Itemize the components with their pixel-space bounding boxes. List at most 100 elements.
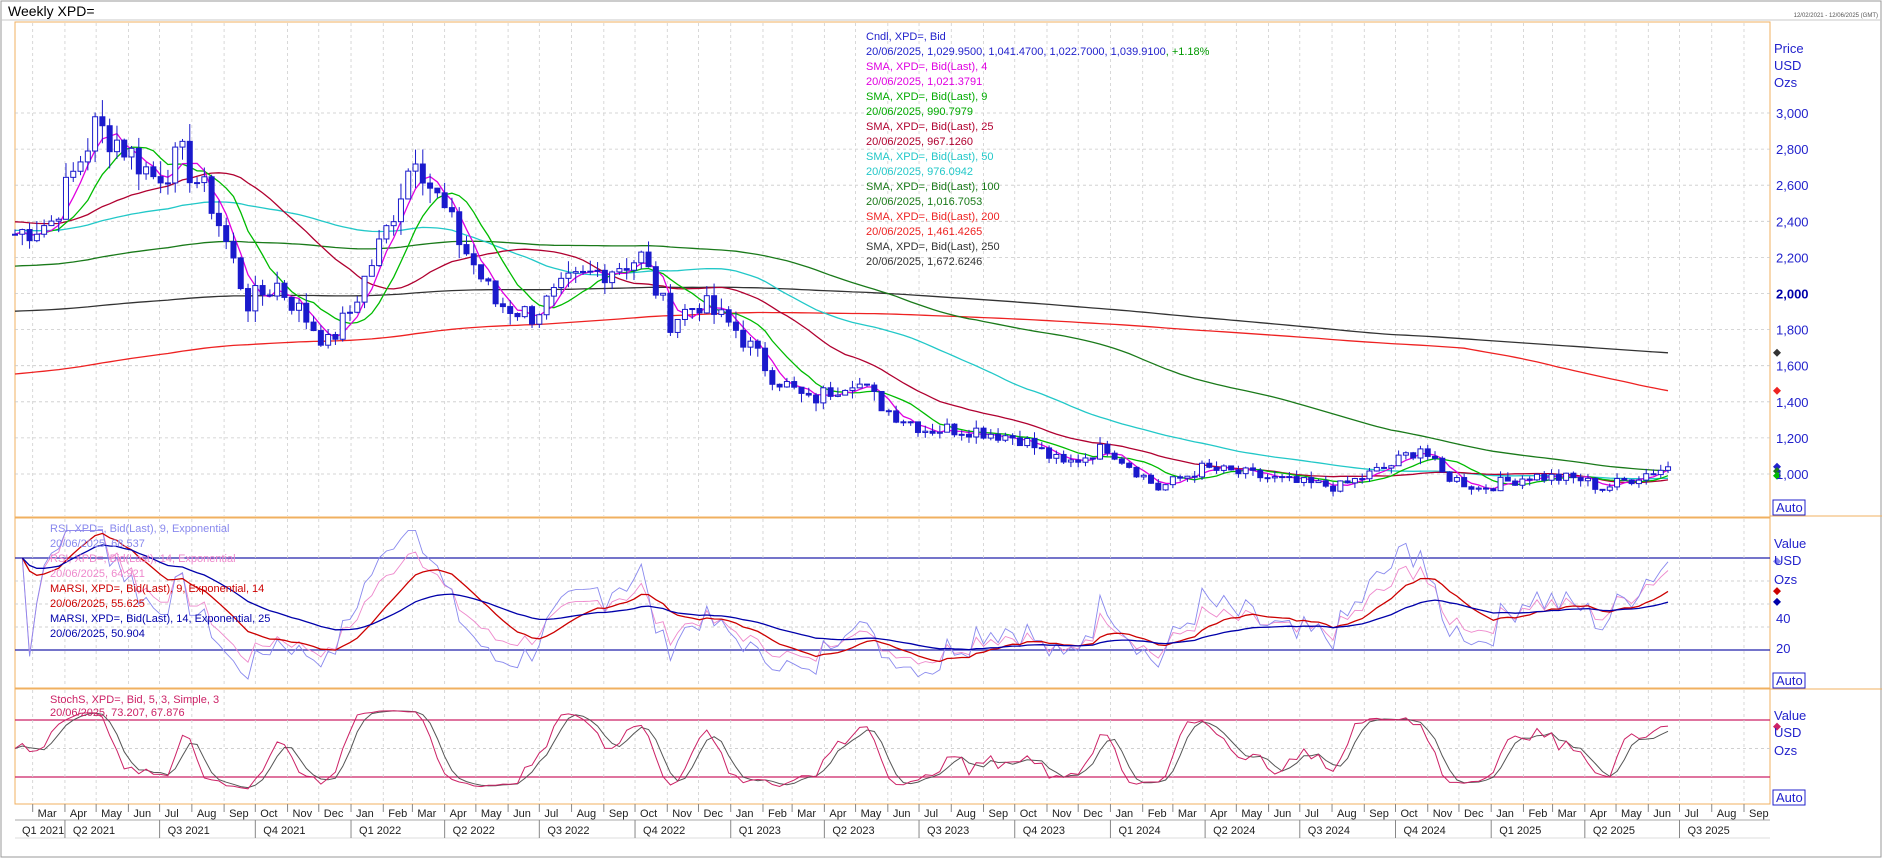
candle-body (616, 268, 623, 273)
candle-body (1504, 476, 1511, 482)
candle-body (536, 314, 543, 325)
price-tick-label: 1,600 (1776, 359, 1809, 374)
candle-body (485, 278, 492, 282)
candle-body (791, 381, 798, 388)
legend-line: 20/06/2025, 1,461.4265 (866, 226, 982, 238)
month-label: Jun (133, 808, 151, 820)
candle-body (1330, 485, 1337, 492)
candle-body (1220, 465, 1227, 471)
month-label: Apr (829, 808, 846, 820)
candle-body (711, 295, 718, 315)
candle-body (26, 229, 33, 242)
candle-body (463, 244, 470, 255)
month-label: Jun (513, 808, 531, 820)
candle-body (834, 394, 841, 397)
month-label: Apr (70, 808, 87, 820)
candle-body (1082, 457, 1089, 463)
candle-body (1191, 475, 1198, 478)
month-label: Mar (417, 808, 436, 820)
month-label: Oct (1020, 808, 1037, 820)
candle-body (1592, 477, 1599, 490)
legend-line: 20/06/2025, 990.7979 (866, 106, 973, 118)
month-label: May (861, 808, 882, 820)
candle-body (135, 147, 142, 175)
month-label: Dec (324, 808, 344, 820)
candle-body (12, 233, 18, 236)
candle-body (762, 347, 769, 372)
month-label: Jul (924, 808, 938, 820)
candle-body (936, 431, 943, 434)
month-label: Oct (1400, 808, 1417, 820)
candle-body (157, 176, 164, 184)
candle-body (1468, 486, 1475, 490)
candle-body (623, 268, 630, 271)
price-tick-label: 1,000 (1776, 467, 1809, 482)
candle-body (332, 334, 339, 340)
legend-line: 20/06/2025, 73.207, 67.876 (50, 707, 185, 719)
candle-body (259, 285, 266, 296)
candle-body (732, 321, 739, 331)
candle-body (266, 294, 273, 297)
month-label: Aug (577, 808, 597, 820)
candle-body (390, 221, 397, 227)
quarter-label: Q2 2023 (832, 825, 874, 837)
candle-body (652, 266, 659, 296)
candle-body (1373, 466, 1380, 472)
rsi-auto-button[interactable]: Auto (1772, 672, 1806, 689)
candle-body (907, 421, 914, 424)
price-tick-label: 1,800 (1776, 323, 1809, 338)
candle-body (237, 257, 244, 290)
candle-body (645, 251, 652, 268)
candle-body (1512, 480, 1519, 486)
legend-line: 20/06/2025, 55.625 (50, 598, 145, 610)
candle-body (1213, 466, 1220, 471)
candle-body (1533, 473, 1540, 481)
candle-body (1359, 478, 1366, 481)
candle-body (1490, 488, 1497, 492)
candle-body (55, 218, 62, 222)
legend-line: 20/06/2025, 1,016.7053 (866, 196, 982, 208)
candle-body (1541, 473, 1548, 481)
candle-body (1111, 452, 1118, 460)
price-auto-button[interactable]: Auto (1772, 499, 1806, 516)
quarter-label: Q2 2021 (73, 825, 115, 837)
candle-body (1184, 475, 1191, 479)
candle-body (1104, 443, 1111, 454)
window-title: Weekly XPD= (8, 3, 95, 19)
rsi-unit-3: Ozs (1774, 572, 1798, 587)
stoch-unit-2: USD (1774, 725, 1801, 740)
candle-body (1424, 448, 1431, 457)
month-label: Nov (293, 808, 313, 820)
candle-body (143, 166, 150, 175)
candle-body (1249, 467, 1256, 471)
candle-body (478, 264, 485, 280)
legend-line: SMA, XPD=, Bid(Last), 200 (866, 211, 1000, 223)
candle-body (1432, 455, 1439, 459)
candle-body (1198, 462, 1205, 478)
candle-body (325, 334, 332, 346)
candle-body (99, 116, 106, 127)
candle-body (1351, 478, 1358, 484)
candle-body (1519, 478, 1526, 486)
quarter-label: Q2 2025 (1593, 825, 1635, 837)
candle-body (1038, 447, 1045, 450)
candle-body (1526, 478, 1533, 481)
rsi-auto-label: Auto (1776, 673, 1803, 688)
candle-body (572, 271, 579, 274)
candle-body (550, 287, 557, 297)
candle-body (987, 433, 994, 439)
candle-body (820, 387, 827, 404)
candle-body (965, 433, 972, 438)
candle-body (1628, 479, 1635, 485)
candle-body (1366, 470, 1373, 480)
month-label: Oct (640, 808, 657, 820)
month-label: Aug (197, 808, 217, 820)
candle-body (783, 381, 790, 388)
month-label: Aug (956, 808, 976, 820)
month-label: Dec (1083, 808, 1103, 820)
candle-body (725, 309, 732, 323)
stoch-auto-button[interactable]: Auto (1772, 789, 1806, 806)
quarter-label: Q2 2024 (1213, 825, 1255, 837)
legend-line: 20/06/2025, 976.0942 (866, 166, 973, 178)
quarter-label: Q3 2025 (1687, 825, 1729, 837)
